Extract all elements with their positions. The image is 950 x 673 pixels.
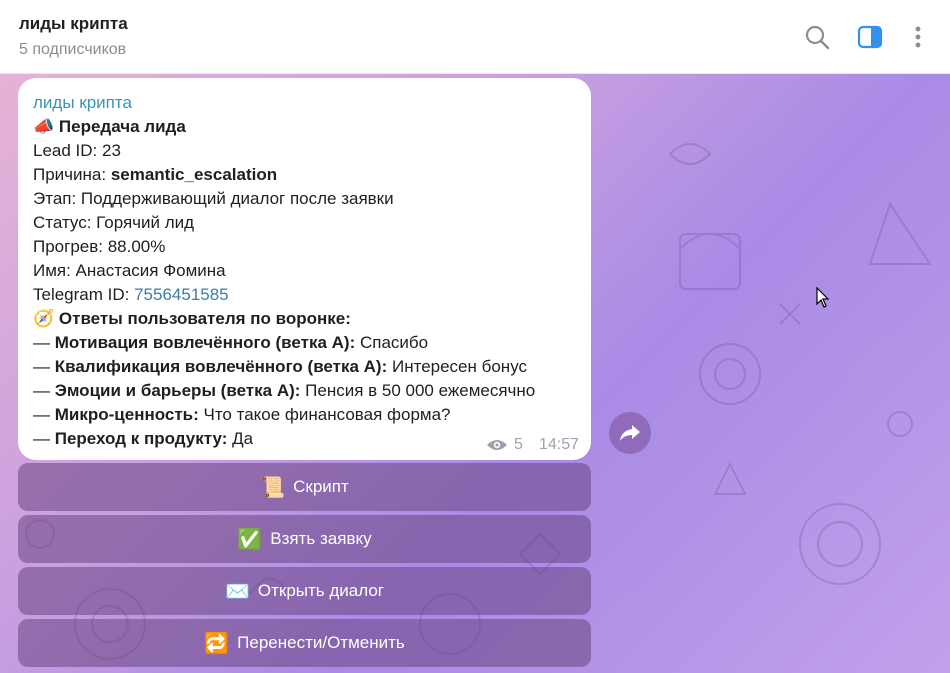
subscriber-count: 5 подписчиков [19, 41, 127, 58]
answer-line: — Мотивация вовлечённого (ветка A): Спас… [33, 331, 576, 355]
reason-label: Причина: [33, 165, 111, 184]
answer-question: Переход к продукту: [54, 429, 228, 448]
warmup-line: Прогрев: 88.00% [33, 237, 166, 256]
button-label: Перенести/Отменить [237, 633, 405, 652]
answer-question: Квалификация вовлечённого (ветка A): [54, 357, 388, 376]
message-time: 14:57 [538, 436, 579, 453]
megaphone-icon: 📣 [33, 117, 55, 136]
open-dialog-button[interactable]: ✉️ Открыть диалог [18, 567, 591, 615]
reschedule-cancel-button[interactable]: 🔁 Перенести/Отменить [18, 619, 591, 667]
scroll-icon: 📜 [260, 476, 286, 499]
more-vertical-icon[interactable] [905, 24, 931, 50]
answer-line: — Квалификация вовлечённого (ветка A): И… [33, 355, 576, 379]
stage-line: Этап: Поддерживающий диалог после заявки [33, 189, 394, 208]
button-label: Открыть диалог [257, 581, 385, 600]
script-button[interactable]: 📜 Скрипт [18, 463, 591, 511]
view-count: 5 [514, 436, 523, 453]
doodle-pattern [669, 143, 932, 585]
message-meta: 5 14:57 [486, 436, 579, 454]
envelope-icon: ✉️ [224, 580, 250, 603]
share-button[interactable] [609, 412, 651, 454]
reason-line: Причина: semantic_escalation [33, 163, 576, 187]
answer-value: Что такое финансовая форма? [198, 405, 451, 424]
answer-value: Спасибо [355, 333, 429, 352]
chat-title[interactable]: лиды крипта [19, 14, 128, 34]
answer-question: Эмоции и барьеры (ветка A): [54, 381, 301, 400]
compass-icon: 🧭 [33, 309, 55, 328]
answer-question: Микро-ценность: [54, 405, 199, 424]
dash: — [33, 405, 55, 424]
search-icon[interactable] [804, 24, 830, 50]
mouse-cursor-icon [816, 287, 830, 308]
answers-heading-text: Ответы пользователя по воронке: [58, 309, 351, 328]
check-icon: ✅ [237, 528, 263, 551]
answer-value: Интересен бонус [387, 357, 528, 376]
dash: — [33, 357, 55, 376]
chat-header: лиды крипта 5 подписчиков [0, 0, 950, 74]
answer-question: Мотивация вовлечённого (ветка A): [54, 333, 356, 352]
telegram-label: Telegram ID: [33, 285, 135, 304]
answer-value: Пенсия в 50 000 ежемесячно [300, 381, 536, 400]
sidebar-toggle-icon[interactable] [857, 24, 883, 50]
heading-text: Передача лида [58, 117, 186, 136]
dash: — [33, 429, 55, 448]
button-label: Взять заявку [270, 529, 372, 548]
share-icon [620, 425, 640, 441]
dash: — [33, 333, 55, 352]
name-line: Имя: Анастасия Фомина [33, 261, 226, 280]
telegram-line: Telegram ID: 7556451585 [33, 283, 576, 307]
message-heading: 📣 Передача лида [33, 115, 576, 139]
lead-id: Lead ID: 23 [33, 141, 121, 160]
answers-heading: 🧭 Ответы пользователя по воронке: [33, 307, 576, 331]
message-sender[interactable]: лиды крипта [33, 91, 576, 115]
repeat-icon: 🔁 [204, 632, 230, 655]
dash: — [33, 381, 55, 400]
take-request-button[interactable]: ✅ Взять заявку [18, 515, 591, 563]
telegram-id-link[interactable]: 7556451585 [134, 285, 229, 304]
reason-value: semantic_escalation [110, 165, 278, 184]
answer-value: Да [227, 429, 254, 448]
answer-line: — Эмоции и барьеры (ветка A): Пенсия в 5… [33, 379, 576, 403]
status-line: Статус: Горячий лид [33, 213, 195, 232]
button-label: Скрипт [293, 477, 349, 496]
message-bubble: лиды крипта 📣 Передача лида Lead ID: 23 … [18, 78, 591, 460]
eye-icon [487, 440, 508, 450]
answer-line: — Микро-ценность: Что такое финансовая ф… [33, 403, 576, 427]
